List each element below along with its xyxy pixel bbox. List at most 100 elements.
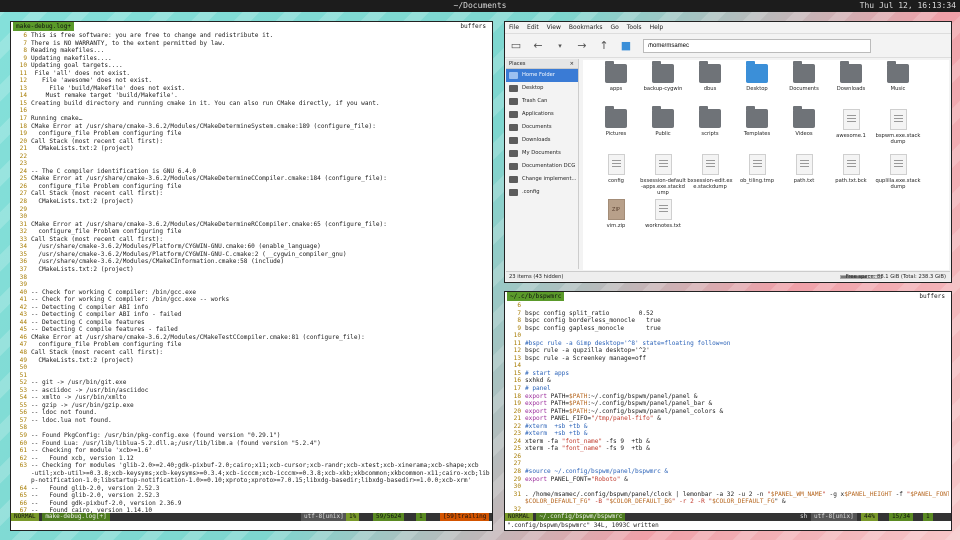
code-line[interactable]: 25 xterm -fa "font_name" -fs 9 +tb & bbox=[507, 445, 949, 453]
vim-window-left[interactable]: make-debug.log+ buffers 6 This is free so… bbox=[10, 21, 493, 531]
file-item[interactable]: bxsession-edit.exe.stackdump bbox=[687, 154, 733, 190]
code-line[interactable]: 57 -- ldoc.lua not found. bbox=[13, 417, 490, 425]
code-line[interactable]: 40 -- Check for working C compiler: /bin/… bbox=[13, 289, 490, 297]
code-line[interactable]: 27 bbox=[507, 460, 949, 468]
file-item[interactable]: worknotes.txt bbox=[640, 199, 686, 229]
menu-go[interactable]: Go bbox=[610, 24, 618, 31]
file-item[interactable]: bxsession-default-apps.exe.stackdump bbox=[640, 154, 686, 196]
code-line[interactable]: 27 Call Stack (most recent call first): bbox=[13, 190, 490, 198]
code-line[interactable]: 28 #source ~/.config/bspwm/panel/bspwmrc … bbox=[507, 468, 949, 476]
file-item[interactable]: Pictures bbox=[593, 106, 639, 137]
code-line[interactable]: 10 bbox=[507, 332, 949, 340]
sidebar-item[interactable]: Desktop bbox=[506, 82, 578, 95]
code-line[interactable]: 42 -- Detecting C compiler ABI info bbox=[13, 304, 490, 312]
code-line[interactable]: 18 CMake Error at /usr/share/cmake-3.6.2/… bbox=[13, 123, 490, 131]
code-line[interactable]: 48 Call Stack (most recent call first): bbox=[13, 349, 490, 357]
file-item[interactable]: path.txt.bck bbox=[828, 154, 874, 184]
code-line[interactable]: 29 bbox=[13, 206, 490, 214]
sidebar-item[interactable]: Change implement... bbox=[506, 173, 578, 186]
code-line[interactable]: 32 configure_file Problem configuring fi… bbox=[13, 228, 490, 236]
code-line[interactable]: 43 -- Detecting C compiler ABI info - fai… bbox=[13, 311, 490, 319]
code-line[interactable]: 41 -- Check for working C compiler: /bin/… bbox=[13, 296, 490, 304]
file-item[interactable]: Music bbox=[875, 61, 921, 92]
code-line[interactable]: 12 File 'awesome' does not exist. bbox=[13, 77, 490, 85]
close-icon[interactable]: × bbox=[570, 59, 574, 69]
code-line[interactable]: 11 File 'all' does not exist. bbox=[13, 70, 490, 78]
code-line[interactable]: 35 /usr/share/cmake-3.6.2/Modules/Platfo… bbox=[13, 251, 490, 259]
file-item[interactable]: path.txt bbox=[781, 154, 827, 184]
code-line[interactable]: 66 -- Found gdk-pixbuf-2.0, version 2.36.… bbox=[13, 500, 490, 508]
file-item[interactable]: backup-cygwin bbox=[640, 61, 686, 92]
code-line[interactable]: 18 export PATH=$PATH:~/.config/bspwm/pane… bbox=[507, 393, 949, 401]
menu-edit[interactable]: Edit bbox=[527, 24, 539, 31]
code-line[interactable]: 32 bbox=[507, 506, 949, 512]
code-line[interactable]: 50 bbox=[13, 364, 490, 372]
code-line[interactable]: 56 -- ldoc not found. bbox=[13, 409, 490, 417]
code-line[interactable]: 29 export PANEL_FONT="Roboto" & bbox=[507, 476, 949, 484]
code-line[interactable]: 7 bspc config split_ratio 0.52 bbox=[507, 310, 949, 318]
code-line[interactable]: 14 Must remake target 'build/Makefile'. bbox=[13, 92, 490, 100]
code-line[interactable]: 14 bbox=[507, 362, 949, 370]
code-line[interactable]: 37 CMakeLists.txt:2 (project) bbox=[13, 266, 490, 274]
file-item[interactable]: dbus bbox=[687, 61, 733, 92]
code-line[interactable]: -util;xcb-util>=0.3.8;xcb-keysyms;xcb-ke… bbox=[13, 470, 490, 478]
code-line[interactable]: 9 Updating makefiles.... bbox=[13, 55, 490, 63]
code-line[interactable]: 23 #xterm +sb +tb & bbox=[507, 430, 949, 438]
code-line[interactable]: 63 -- Checking for modules 'glib-2.0>=2.4… bbox=[13, 462, 490, 470]
code-line[interactable]: 20 Call Stack (most recent call first): bbox=[13, 138, 490, 146]
sidebar-item[interactable]: Trash Can bbox=[506, 95, 578, 108]
file-manager-window[interactable]: File Edit View Bookmarks Go Tools Help ▭ ← ▾ →… bbox=[504, 21, 952, 283]
code-line[interactable]: p-notification-1.0;libstartup-notificati… bbox=[13, 477, 490, 485]
vim-window-right[interactable]: ~/.c/b/bspwmrc buffers 6 7 bspc config spl… bbox=[504, 291, 952, 531]
code-line[interactable]: $COLOR_DEFAULT_FG" -B "$COLOR_DEFAULT_BG… bbox=[507, 498, 949, 506]
code-line[interactable]: 6 bbox=[507, 302, 949, 310]
code-line[interactable]: 21 export PANEL_FIFO="/tmp/panel-fifo" & bbox=[507, 415, 949, 423]
code-line[interactable]: 25 CMake Error at /usr/share/cmake-3.6.2/… bbox=[13, 175, 490, 183]
location-input[interactable] bbox=[643, 38, 871, 53]
new-tab-icon[interactable]: ▭ bbox=[509, 39, 523, 52]
file-item[interactable]: Documents bbox=[781, 61, 827, 92]
file-item[interactable]: scripts bbox=[687, 106, 733, 137]
sidebar-item[interactable]: .config bbox=[506, 186, 578, 199]
file-item[interactable]: ZIP vim.zip bbox=[593, 199, 639, 229]
file-item[interactable]: apps bbox=[593, 61, 639, 92]
file-item[interactable]: Downloads bbox=[828, 61, 874, 92]
file-item[interactable]: Videos bbox=[781, 106, 827, 137]
code-line[interactable]: 51 bbox=[13, 372, 490, 380]
code-line[interactable]: 65 -- Found glib-2.0, version 2.52.3 bbox=[13, 492, 490, 500]
code-line[interactable]: 6 This is free software: you are free to … bbox=[13, 32, 490, 40]
code-line[interactable]: 22 #xterm +sb +tb & bbox=[507, 423, 949, 431]
code-line[interactable]: 61 -- Checking for module 'xcb>=1.6' bbox=[13, 447, 490, 455]
file-item[interactable]: quplilla.exe.stackdump bbox=[875, 154, 921, 190]
sidebar-item[interactable]: My Documents bbox=[506, 147, 578, 160]
code-line[interactable]: 55 -- gzip -> /usr/bin/gzip.exe bbox=[13, 402, 490, 410]
code-line[interactable]: 30 bbox=[13, 213, 490, 221]
file-item[interactable]: Desktop bbox=[734, 61, 780, 92]
code-line[interactable]: 16 sxhkd & bbox=[507, 377, 949, 385]
code-line[interactable]: 31 . /home/msamec/.config/bspwm/panel/clo… bbox=[507, 491, 949, 499]
code-line[interactable]: 33 Call Stack (most recent call first): bbox=[13, 236, 490, 244]
code-line[interactable]: 64 -- Found glib-2.0, version 2.52.3 bbox=[13, 485, 490, 493]
code-line[interactable]: 53 -- asciidoc -> /usr/bin/asciidoc bbox=[13, 387, 490, 395]
code-line[interactable]: 21 CMakeLists.txt:2 (project) bbox=[13, 145, 490, 153]
code-line[interactable]: 54 -- xmlto -> /usr/bin/xmlto bbox=[13, 394, 490, 402]
sidebar-item[interactable]: Documents bbox=[506, 121, 578, 134]
code-line[interactable]: 15 Creating build directory and running c… bbox=[13, 100, 490, 108]
file-item[interactable]: config bbox=[593, 154, 639, 184]
code-line[interactable]: 17 Running cmake… bbox=[13, 115, 490, 123]
chevron-down-icon[interactable]: ▾ bbox=[553, 42, 567, 50]
file-item[interactable]: Public bbox=[640, 106, 686, 137]
code-line[interactable]: 8 Reading makefiles... bbox=[13, 47, 490, 55]
file-item[interactable]: awesome.1 bbox=[828, 109, 874, 139]
code-line[interactable]: 46 CMake Error at /usr/share/cmake-3.6.2/… bbox=[13, 334, 490, 342]
tab-active[interactable]: make-debug.log+ bbox=[13, 22, 75, 31]
code-line[interactable]: 16 bbox=[13, 107, 490, 115]
forward-icon[interactable]: → bbox=[575, 39, 589, 52]
code-line[interactable]: 23 bbox=[13, 160, 490, 168]
code-line[interactable]: 12 bspc rule -a qupzilla desktop='^2' bbox=[507, 347, 949, 355]
back-icon[interactable]: ← bbox=[531, 39, 545, 52]
code-line[interactable]: 30 bbox=[507, 483, 949, 491]
code-line[interactable]: 28 CMakeLists.txt:2 (project) bbox=[13, 198, 490, 206]
menu-file[interactable]: File bbox=[509, 24, 519, 31]
editor-text[interactable]: 6 This is free software: you are free to … bbox=[13, 32, 490, 519]
